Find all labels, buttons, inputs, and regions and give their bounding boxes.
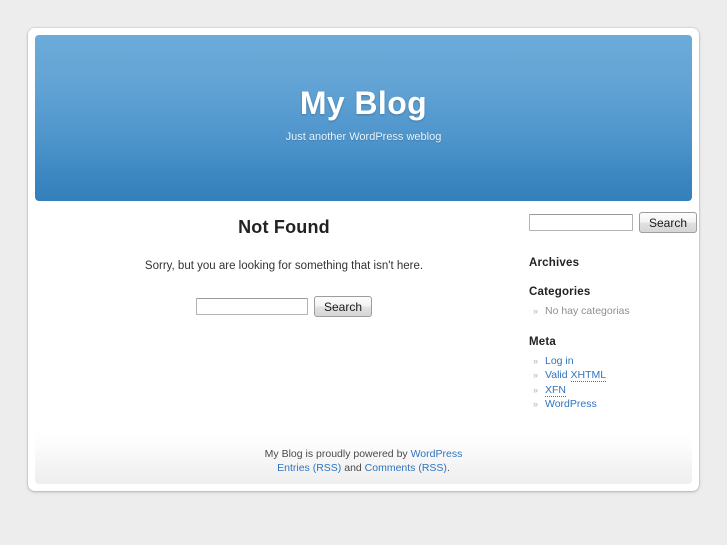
search-input[interactable] xyxy=(195,298,308,315)
site-header: My Blog Just another WordPress weblog xyxy=(35,35,692,201)
not-found-message: Sorry, but you are looking for something… xyxy=(144,260,424,272)
footer-feeds-conjunction: and xyxy=(341,462,365,474)
list-item: Log in xyxy=(529,354,692,369)
footer-line-credit: My Blog is proudly powered by WordPress xyxy=(35,447,692,461)
content-search-form: Search xyxy=(49,272,519,317)
search-button[interactable]: Search xyxy=(313,296,373,317)
footer-link-wordpress[interactable]: WordPress xyxy=(411,448,463,460)
meta-link-valid-xhtml[interactable]: Valid XHTML xyxy=(545,369,607,382)
widget-meta: Meta Log in Valid XHTML XFN WordPress xyxy=(529,336,692,412)
list-item: XFN xyxy=(529,383,692,398)
widget-archives: Archives xyxy=(529,257,692,269)
abbr-xfn: XFN xyxy=(545,383,566,397)
site-description: Just another WordPress weblog xyxy=(285,131,442,143)
meta-link-login[interactable]: Log in xyxy=(545,355,574,367)
sidebar-search-button[interactable]: Search xyxy=(639,212,698,233)
footer-link-comments-rss[interactable]: Comments (RSS) xyxy=(365,462,447,474)
footer-feeds-suffix: . xyxy=(446,462,450,474)
sidebar-search-form: Search xyxy=(529,201,698,233)
sidebar: Search Archives Categories No hay catego… xyxy=(529,201,698,412)
list-item: No hay categorias xyxy=(529,304,692,319)
footer-link-entries-rss[interactable]: Entries (RSS) xyxy=(277,462,341,474)
footer-credit-prefix: My Blog is proudly powered by xyxy=(264,448,411,460)
meta-list: Log in Valid XHTML XFN WordPress xyxy=(529,354,692,412)
widget-categories: Categories No hay categorias xyxy=(529,286,692,319)
widget-title-meta: Meta xyxy=(529,335,557,348)
main-region: Not Found Sorry, but you are looking for… xyxy=(35,201,698,437)
page-title: Not Found xyxy=(238,217,330,237)
widget-title-archives: Archives xyxy=(529,257,580,269)
categories-list: No hay categorias xyxy=(529,304,692,319)
content-column: Not Found Sorry, but you are looking for… xyxy=(49,201,519,317)
meta-link-wordpress[interactable]: WordPress xyxy=(545,398,597,410)
widget-title-categories: Categories xyxy=(529,286,591,298)
sidebar-search-input[interactable] xyxy=(529,214,633,231)
categories-empty-label: No hay categorias xyxy=(545,305,630,317)
list-item: WordPress xyxy=(529,397,692,412)
list-item: Valid XHTML xyxy=(529,368,692,383)
footer-line-feeds: Entries (RSS) and Comments (RSS). xyxy=(35,461,692,475)
page-container: My Blog Just another WordPress weblog No… xyxy=(28,28,699,491)
site-title[interactable]: My Blog xyxy=(35,86,692,121)
abbr-xhtml: XHTML xyxy=(570,369,607,382)
meta-link-xfn[interactable]: XFN xyxy=(545,383,566,397)
site-footer: My Blog is proudly powered by WordPress … xyxy=(35,433,692,484)
